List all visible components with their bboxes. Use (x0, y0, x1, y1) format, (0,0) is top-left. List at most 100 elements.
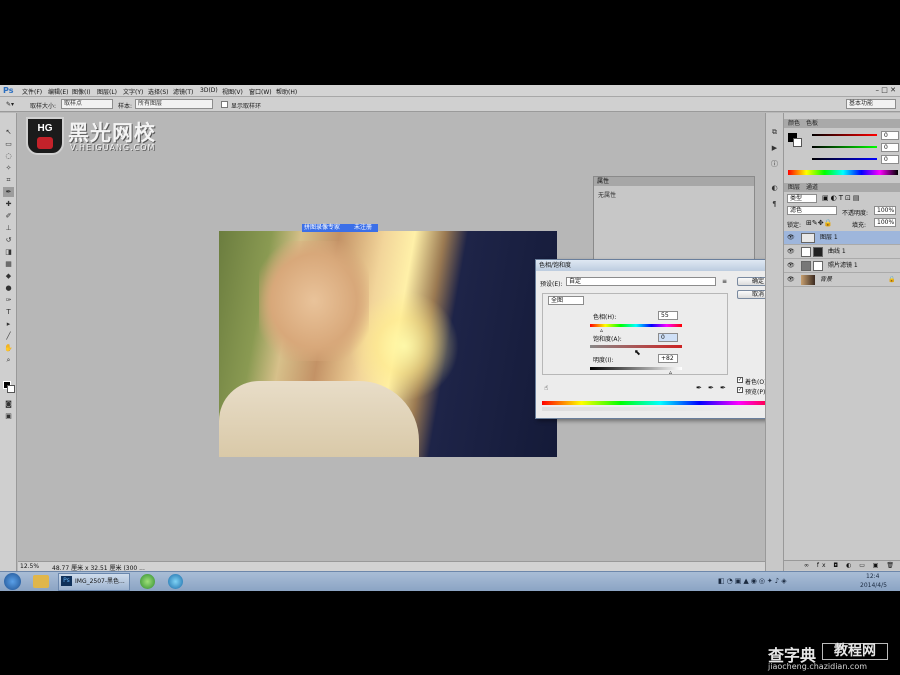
workspace-select[interactable]: 基本功能 (846, 99, 896, 109)
screen-mode-icon[interactable]: ▣ (3, 411, 14, 421)
move-tool-icon[interactable]: ↖ (3, 127, 14, 137)
zoom-level[interactable]: 12.5% (20, 563, 39, 570)
sample-select[interactable]: 所有图层 (135, 99, 213, 109)
menu-help[interactable]: 帮助(H) (276, 87, 297, 96)
minimize-icon[interactable]: – (876, 86, 880, 94)
path-select-tool-icon[interactable]: ▸ (3, 319, 14, 329)
menu-layer[interactable]: 图层(L) (97, 87, 117, 96)
layer-row[interactable]: 👁 图层 1 (784, 231, 900, 245)
eyedropper-plus-icon[interactable]: ✒ (708, 384, 714, 392)
eye-icon[interactable]: 👁 (787, 245, 795, 259)
blur-tool-icon[interactable]: ◆ (3, 271, 14, 281)
layer-row[interactable]: 👁 照片滤镜 1 (784, 259, 900, 273)
eraser-tool-icon[interactable]: ◨ (3, 247, 14, 257)
layers-footer-icons[interactable]: ∞ fx ◘ ◐ ▭ ▣ 🗑 (784, 560, 900, 570)
hue-slider-thumb-icon[interactable]: ▵ (600, 327, 603, 334)
eye-icon[interactable]: 👁 (787, 273, 795, 287)
close-icon[interactable]: ✕ (890, 86, 896, 94)
lightness-slider-thumb-icon[interactable]: ▵ (669, 369, 672, 376)
fill-input[interactable]: 100% (874, 218, 896, 227)
preset-select[interactable]: 自定 (566, 277, 716, 286)
properties-tab[interactable]: 属性 (594, 177, 754, 186)
menu-edit[interactable]: 编辑(E) (48, 87, 68, 96)
type-tool-icon[interactable]: T (3, 307, 14, 317)
brush-tool-icon[interactable]: ✐ (3, 211, 14, 221)
menu-3d[interactable]: 3D(D) (200, 87, 218, 94)
menu-filter[interactable]: 滤镜(T) (173, 87, 193, 96)
hand-tool-icon[interactable]: ✋ (3, 343, 14, 353)
tab-channels[interactable]: 通道 (806, 184, 818, 191)
eyedropper-tool-icon[interactable]: ✒ (3, 187, 14, 197)
info-panel-icon[interactable]: ⓘ (769, 159, 780, 169)
window-controls[interactable]: – □ ✕ (876, 86, 896, 94)
menu-view[interactable]: 视图(V) (222, 87, 243, 96)
channel-select[interactable]: 全图 (548, 296, 584, 305)
lightness-input[interactable]: +82 (658, 354, 678, 363)
adjustments-panel-icon[interactable]: ◐ (769, 183, 780, 193)
layer-row[interactable]: 👁 背景 🔒 (784, 273, 900, 287)
background-color-swatch[interactable] (7, 385, 15, 393)
tab-layers[interactable]: 图层 (788, 184, 800, 191)
layer-row[interactable]: 👁 曲线 1 (784, 245, 900, 259)
green-slider[interactable] (812, 146, 877, 148)
gradient-tool-icon[interactable]: ▦ (3, 259, 14, 269)
actions-panel-icon[interactable]: ▶ (769, 143, 780, 153)
eyedropper-minus-icon[interactable]: ✒ (720, 384, 726, 392)
pen-tool-icon[interactable]: ✑ (3, 295, 14, 305)
preview-checkbox[interactable]: ✓ (737, 387, 743, 393)
eyedropper-icon[interactable]: ✒ (696, 384, 702, 392)
hue-input[interactable]: 55 (658, 311, 678, 320)
red-slider[interactable] (812, 134, 877, 136)
ie-browser-icon[interactable] (168, 574, 183, 589)
lock-icons[interactable]: ⊞✎✥🔒 (806, 219, 832, 227)
clock-date[interactable]: 2014/4/5 (860, 582, 887, 589)
quick-select-tool-icon[interactable]: ✧ (3, 163, 14, 173)
explorer-taskbar-icon[interactable] (33, 575, 49, 588)
document-photo[interactable] (219, 231, 557, 457)
quick-mask-icon[interactable]: ◙ (3, 399, 14, 409)
targeted-adjust-icon[interactable]: ☝ (544, 384, 548, 392)
menu-window[interactable]: 窗口(W) (249, 87, 272, 96)
blue-value[interactable]: 0 (881, 155, 899, 164)
red-value[interactable]: 0 (881, 131, 899, 140)
eye-icon[interactable]: 👁 (787, 231, 795, 245)
paragraph-panel-icon[interactable]: ¶ (769, 199, 780, 209)
show-ring-checkbox[interactable] (221, 101, 228, 108)
menu-select[interactable]: 选择(S) (148, 87, 169, 96)
dodge-tool-icon[interactable]: ● (3, 283, 14, 293)
sample-size-select[interactable]: 取样点 (61, 99, 113, 109)
blue-slider[interactable] (812, 158, 877, 160)
shape-tool-icon[interactable]: ╱ (3, 331, 14, 341)
menu-type[interactable]: 文字(Y) (123, 87, 143, 96)
layer-filter-icons[interactable]: ▣◐T⊡▤ (822, 194, 861, 202)
tab-color[interactable]: 颜色 (788, 120, 800, 127)
tab-swatches[interactable]: 色板 (806, 120, 818, 127)
stamp-tool-icon[interactable]: ⊥ (3, 223, 14, 233)
eye-icon[interactable]: 👁 (787, 259, 795, 273)
green-app-icon[interactable] (140, 574, 155, 589)
zoom-tool-icon[interactable]: ⌕ (3, 355, 14, 365)
start-button[interactable] (4, 573, 21, 590)
crop-tool-icon[interactable]: ⌗ (3, 175, 14, 185)
history-panel-icon[interactable]: ⧉ (769, 127, 780, 137)
menu-file[interactable]: 文件(F) (22, 87, 42, 96)
healing-tool-icon[interactable]: ✚ (3, 199, 14, 209)
colorize-checkbox[interactable]: ✓ (737, 377, 743, 383)
preset-menu-icon[interactable]: ≡ (722, 278, 727, 285)
clock-time[interactable]: 12:4 (866, 573, 879, 580)
system-tray-icons[interactable]: ◧◔▣▲◉◎✦♪◈ (718, 577, 789, 585)
restore-icon[interactable]: □ (881, 86, 888, 94)
menu-image[interactable]: 图像(I) (72, 87, 90, 96)
marquee-tool-icon[interactable]: ▭ (3, 139, 14, 149)
history-brush-tool-icon[interactable]: ↺ (3, 235, 14, 245)
color-spectrum[interactable] (788, 170, 898, 175)
eyedropper-tool-icon[interactable]: ✎▾ (6, 101, 14, 108)
lasso-tool-icon[interactable]: ◌ (3, 151, 14, 161)
saturation-input[interactable]: 0 (658, 333, 678, 342)
layer-filter-select[interactable]: 类型 (787, 194, 817, 203)
hue-slider-track[interactable] (590, 324, 682, 327)
blend-mode-select[interactable]: 滤色 (787, 206, 837, 215)
opacity-input[interactable]: 100% (874, 206, 896, 215)
bg-swatch[interactable] (793, 138, 802, 147)
green-value[interactable]: 0 (881, 143, 899, 152)
